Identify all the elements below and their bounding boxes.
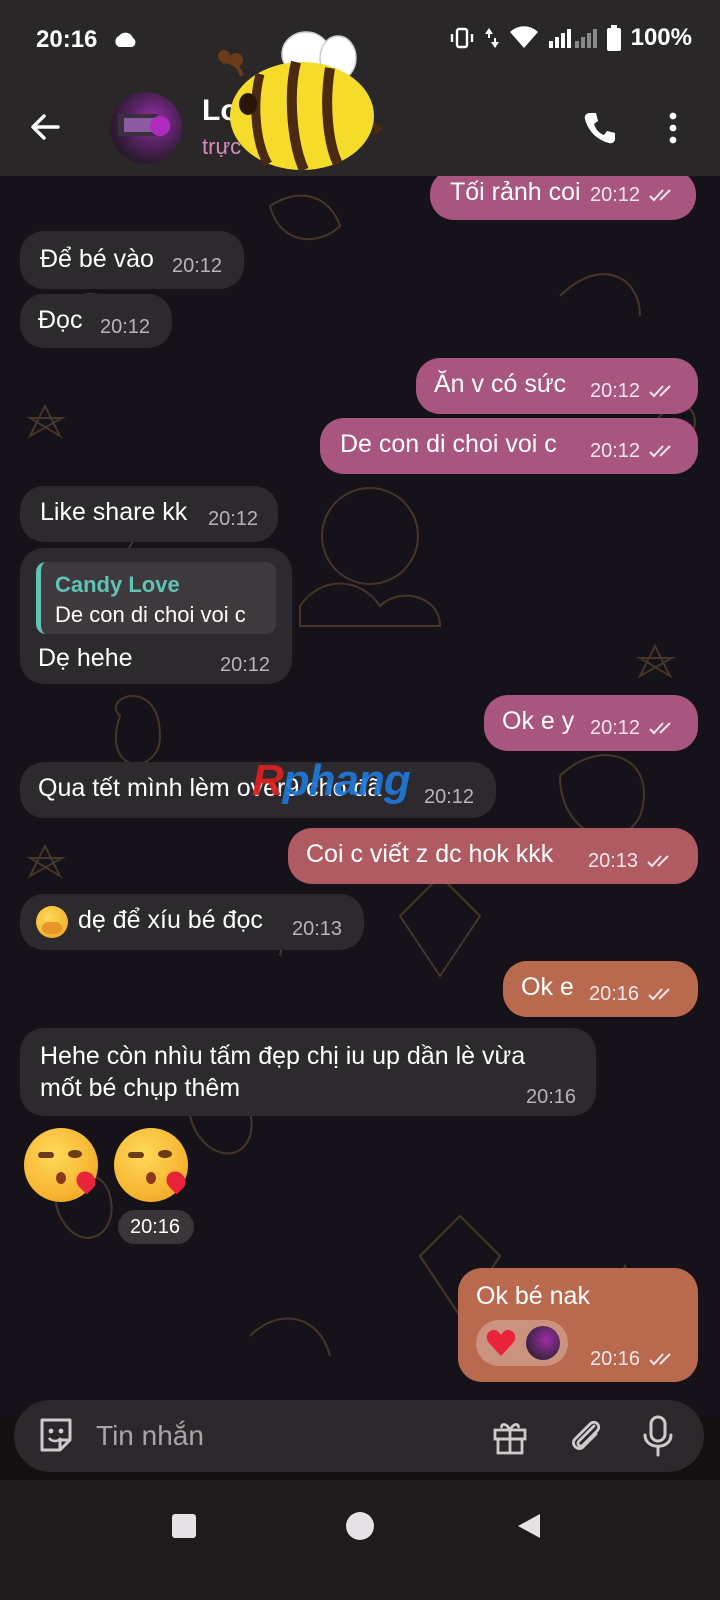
message-text: Like share kk bbox=[40, 498, 188, 526]
message-time: 20:12 bbox=[100, 316, 151, 338]
message-list[interactable]: Tối rảnh coi 20:12 Để bé vào 20:12 Đọc 2… bbox=[0, 176, 720, 1416]
reaction-pill[interactable] bbox=[476, 1320, 568, 1366]
message-time: 20:12 bbox=[172, 255, 223, 277]
incoming-message[interactable]: Hehe còn nhìu tấm đẹp chị iu up dần lè v… bbox=[20, 1028, 596, 1116]
quoted-sender: Candy Love bbox=[55, 572, 180, 597]
status-icons: 100% bbox=[449, 24, 692, 52]
home-button[interactable] bbox=[346, 1512, 374, 1540]
kiss-face-emoji-icon bbox=[114, 1128, 190, 1202]
wifi-icon bbox=[509, 26, 538, 48]
message-time: 20:16 bbox=[590, 1348, 641, 1370]
outgoing-message[interactable]: Coi c viết z dc hok kkk 20:13 bbox=[288, 828, 698, 884]
message-text: Tối rảnh coi bbox=[450, 178, 581, 206]
message-time: 20:13 bbox=[588, 850, 639, 872]
message-composer[interactable]: Tin nhắn bbox=[14, 1400, 704, 1472]
double-check-icon bbox=[649, 722, 671, 735]
double-check-icon bbox=[647, 855, 669, 868]
message-text: dẹ để xíu bé đọc bbox=[78, 906, 263, 934]
microphone-icon[interactable] bbox=[640, 1414, 676, 1458]
outgoing-message[interactable]: Ăn v có sức 20:12 bbox=[416, 358, 698, 414]
message-time: 20:16 bbox=[526, 1086, 577, 1108]
message-time: 20:12 bbox=[590, 717, 641, 739]
contact-avatar[interactable] bbox=[110, 92, 182, 164]
red-heart-icon bbox=[486, 1330, 516, 1356]
hand-over-mouth-emoji-icon bbox=[36, 906, 68, 938]
message-time: 20:12 bbox=[220, 654, 271, 676]
message-input[interactable]: Tin nhắn bbox=[96, 1420, 204, 1452]
incoming-message[interactable]: dẹ để xíu bé đọc 20:13 bbox=[20, 894, 364, 950]
emoji-time-pill: 20:16 bbox=[118, 1210, 194, 1244]
vibrate-icon bbox=[450, 27, 473, 49]
back-arrow-icon[interactable] bbox=[28, 110, 62, 144]
reactor-avatar bbox=[526, 1326, 560, 1360]
kiss-face-emoji-icon bbox=[24, 1128, 100, 1202]
system-nav-bar bbox=[0, 1480, 720, 1600]
message-text: Ăn v có sức bbox=[434, 370, 567, 398]
message-time: 20:12 bbox=[590, 184, 641, 206]
incoming-message[interactable]: Để bé vào 20:12 bbox=[20, 231, 244, 289]
outgoing-message[interactable]: Ok e 20:16 bbox=[503, 961, 698, 1017]
back-nav-icon[interactable] bbox=[516, 1512, 542, 1540]
phone-call-icon[interactable] bbox=[582, 110, 618, 146]
message-text: Để bé vào bbox=[40, 245, 154, 273]
double-check-icon bbox=[649, 189, 671, 202]
signal-icon bbox=[548, 29, 597, 48]
quoted-message[interactable]: Candy Love De con di choi voi c bbox=[36, 562, 276, 634]
more-options-icon[interactable] bbox=[668, 112, 678, 144]
message-time: 20:12 bbox=[424, 786, 475, 808]
message-time: 20:16 bbox=[130, 1216, 181, 1238]
battery-percent: 100% bbox=[630, 24, 692, 51]
paperclip-icon[interactable] bbox=[566, 1416, 606, 1456]
incoming-message[interactable]: Đọc 20:12 bbox=[20, 294, 172, 348]
outgoing-message[interactable]: Ok bé nak 20:16 bbox=[458, 1268, 698, 1382]
double-check-icon bbox=[649, 445, 671, 458]
double-check-icon bbox=[649, 1353, 671, 1366]
message-text: Đọc bbox=[38, 306, 83, 334]
message-text-line-1: Hehe còn nhìu tấm đẹp chị iu up dần lè v… bbox=[40, 1042, 526, 1070]
recents-button[interactable] bbox=[172, 1514, 196, 1538]
gift-icon[interactable] bbox=[490, 1416, 530, 1456]
message-text: Ok bé nak bbox=[476, 1282, 590, 1310]
outgoing-message[interactable]: Ok e y 20:12 bbox=[484, 695, 698, 751]
message-time: 20:16 bbox=[589, 983, 640, 1005]
incoming-message[interactable]: Like share kk 20:12 bbox=[20, 486, 278, 542]
outgoing-message[interactable]: Tối rảnh coi 20:12 bbox=[430, 176, 696, 220]
double-check-icon bbox=[648, 988, 670, 1001]
bee-sticker-icon bbox=[218, 31, 384, 173]
watermark-logo: Rphang bbox=[252, 756, 411, 805]
message-text: Dẹ hehe bbox=[38, 644, 133, 672]
message-time: 20:13 bbox=[292, 918, 343, 940]
message-text: Ok e bbox=[521, 973, 574, 1001]
message-text: Ok e y bbox=[502, 707, 575, 735]
status-time: 20:16 bbox=[36, 26, 98, 53]
double-check-icon bbox=[649, 385, 671, 398]
data-arrows-icon bbox=[484, 28, 499, 48]
emoji-message[interactable] bbox=[24, 1128, 204, 1218]
battery-icon bbox=[606, 25, 621, 51]
message-text: De con di choi voi c bbox=[340, 430, 557, 458]
incoming-reply-message[interactable]: Candy Love De con di choi voi c Dẹ hehe … bbox=[20, 548, 292, 684]
message-text: Coi c viết z dc hok kkk bbox=[306, 840, 554, 868]
sticker-icon[interactable] bbox=[36, 1416, 76, 1456]
message-time: 20:12 bbox=[590, 440, 641, 462]
quoted-text: De con di choi voi c bbox=[55, 602, 246, 627]
message-time: 20:12 bbox=[208, 508, 259, 530]
message-time: 20:12 bbox=[590, 380, 641, 402]
message-text-line-2: mốt bé chụp thêm bbox=[40, 1074, 241, 1102]
outgoing-message[interactable]: De con di choi voi c 20:12 bbox=[320, 418, 698, 474]
cloud-icon bbox=[115, 32, 136, 47]
